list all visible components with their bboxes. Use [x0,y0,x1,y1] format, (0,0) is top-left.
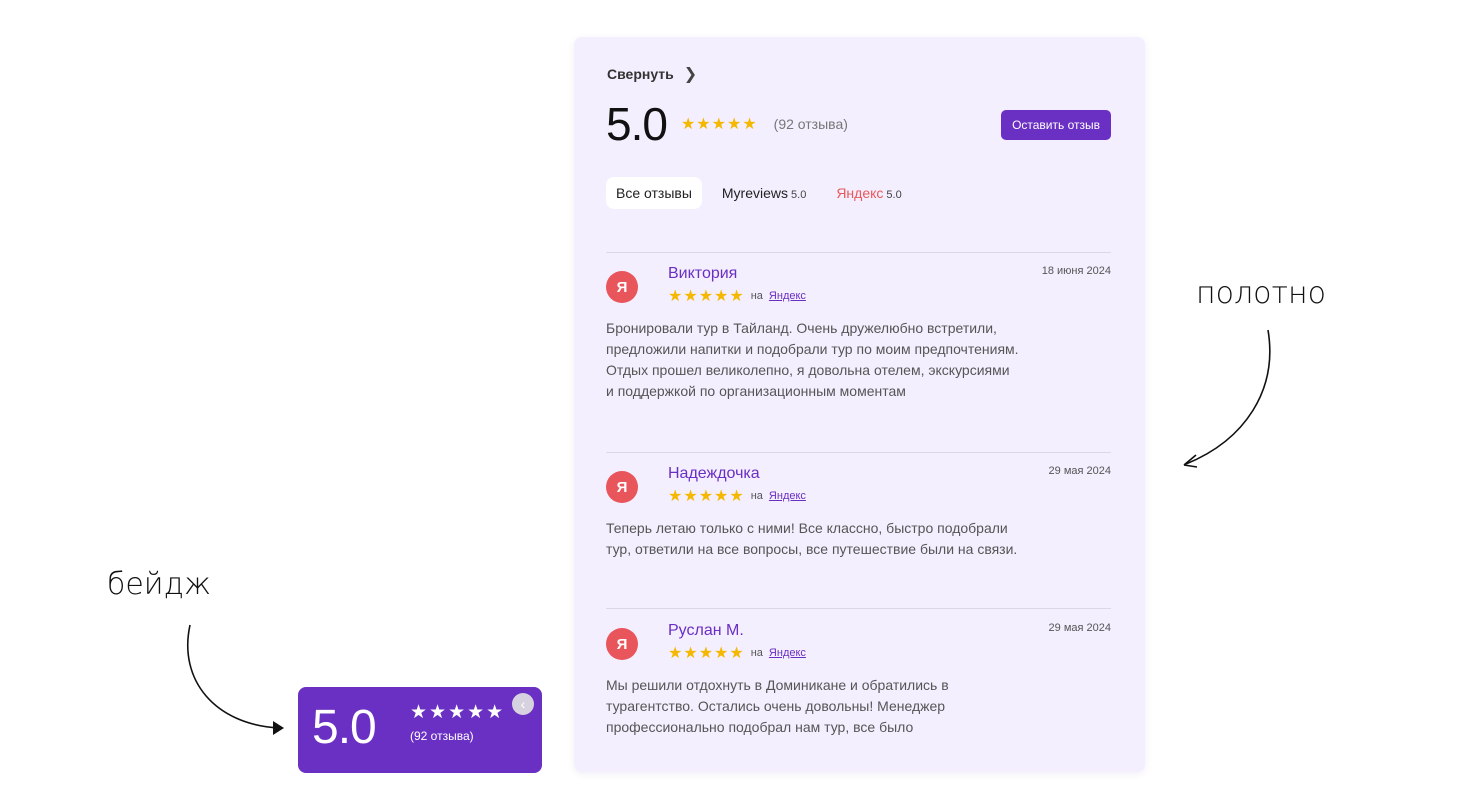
source-prefix: на [750,290,763,302]
tab-all-reviews[interactable]: Все отзывы [606,177,702,209]
yandex-avatar-icon: Я [606,628,638,660]
review-text: Теперь летаю только с ними! Все классно,… [606,520,1018,557]
review-text: Мы решили отдохнуть в Доминикане и обрат… [606,677,949,735]
overall-stars: ★★★★★ [680,116,758,133]
source-link[interactable]: Яндекс [769,647,806,659]
source-link[interactable]: Яндекс [769,290,806,302]
reviewer-name: Надеждочка [668,465,760,482]
tab-label: Все отзывы [616,185,692,201]
badge-review-count: (92 отзыва) [410,729,474,743]
tab-label: Яндекс [836,185,884,201]
divider [606,608,1111,609]
badge-stars: ★★★★★ [410,702,506,723]
chevron-right-icon: ❯ [683,66,698,83]
badge-annotation: бейдж [107,567,212,602]
review-date: 29 мая 2024 [1048,622,1111,634]
collapse-label: Свернуть [607,66,674,82]
tab-label: Myreviews [721,185,789,201]
review-stars: ★★★★★ [668,488,745,505]
rating-badge[interactable]: 5.0 ★★★★★ (92 отзыва) ‹ [298,687,542,773]
tab-score: 5.0 [791,189,807,201]
collapse-button[interactable]: Свернуть ❯ [607,64,697,84]
review-stars: ★★★★★ [668,288,745,305]
yandex-avatar-icon: Я [606,271,638,303]
review-rating: ★★★★★ на Яндекс [668,486,806,506]
tab-myreviews[interactable]: Myreviews 5.0 [712,177,816,209]
review-count: (92 отзыва) [773,116,848,132]
rating-summary: 5.0 ★★★★★ (92 отзыва) [606,101,848,147]
overall-score: 5.0 [606,98,668,150]
divider [606,252,1111,253]
badge-arrow-head [273,721,284,735]
canvas-arrow-head [1183,454,1198,468]
reviewer-name: Руслан М. [668,622,744,639]
source-prefix: на [750,647,763,659]
source-tabs: Все отзывы Myreviews 5.0 Яндекс 5.0 [606,177,912,209]
review-date: 18 июня 2024 [1041,265,1111,277]
divider [606,452,1111,453]
leave-review-button[interactable]: Оставить отзыв [1001,110,1111,140]
source-prefix: на [750,490,763,502]
canvas-annotation: полотно [1196,276,1326,311]
yandex-avatar-icon: Я [606,471,638,503]
tab-score: 5.0 [886,189,902,201]
badge-score: 5.0 [312,701,377,754]
review-rating: ★★★★★ на Яндекс [668,643,806,663]
badge-arrow [186,624,281,729]
canvas-arrow [1185,329,1271,465]
review-rating: ★★★★★ на Яндекс [668,286,806,306]
reviewer-name: Виктория [668,265,738,282]
chevron-left-icon[interactable]: ‹ [512,693,534,715]
source-link[interactable]: Яндекс [769,490,806,502]
review-text: Бронировали тур в Тайланд. Очень дружелю… [606,320,1019,399]
review-stars: ★★★★★ [668,645,745,662]
tab-yandex[interactable]: Яндекс 5.0 [826,177,911,209]
reviews-widget-panel: Свернуть ❯ 5.0 ★★★★★ (92 отзыва) Оставит… [574,37,1145,772]
review-date: 29 мая 2024 [1048,465,1111,477]
